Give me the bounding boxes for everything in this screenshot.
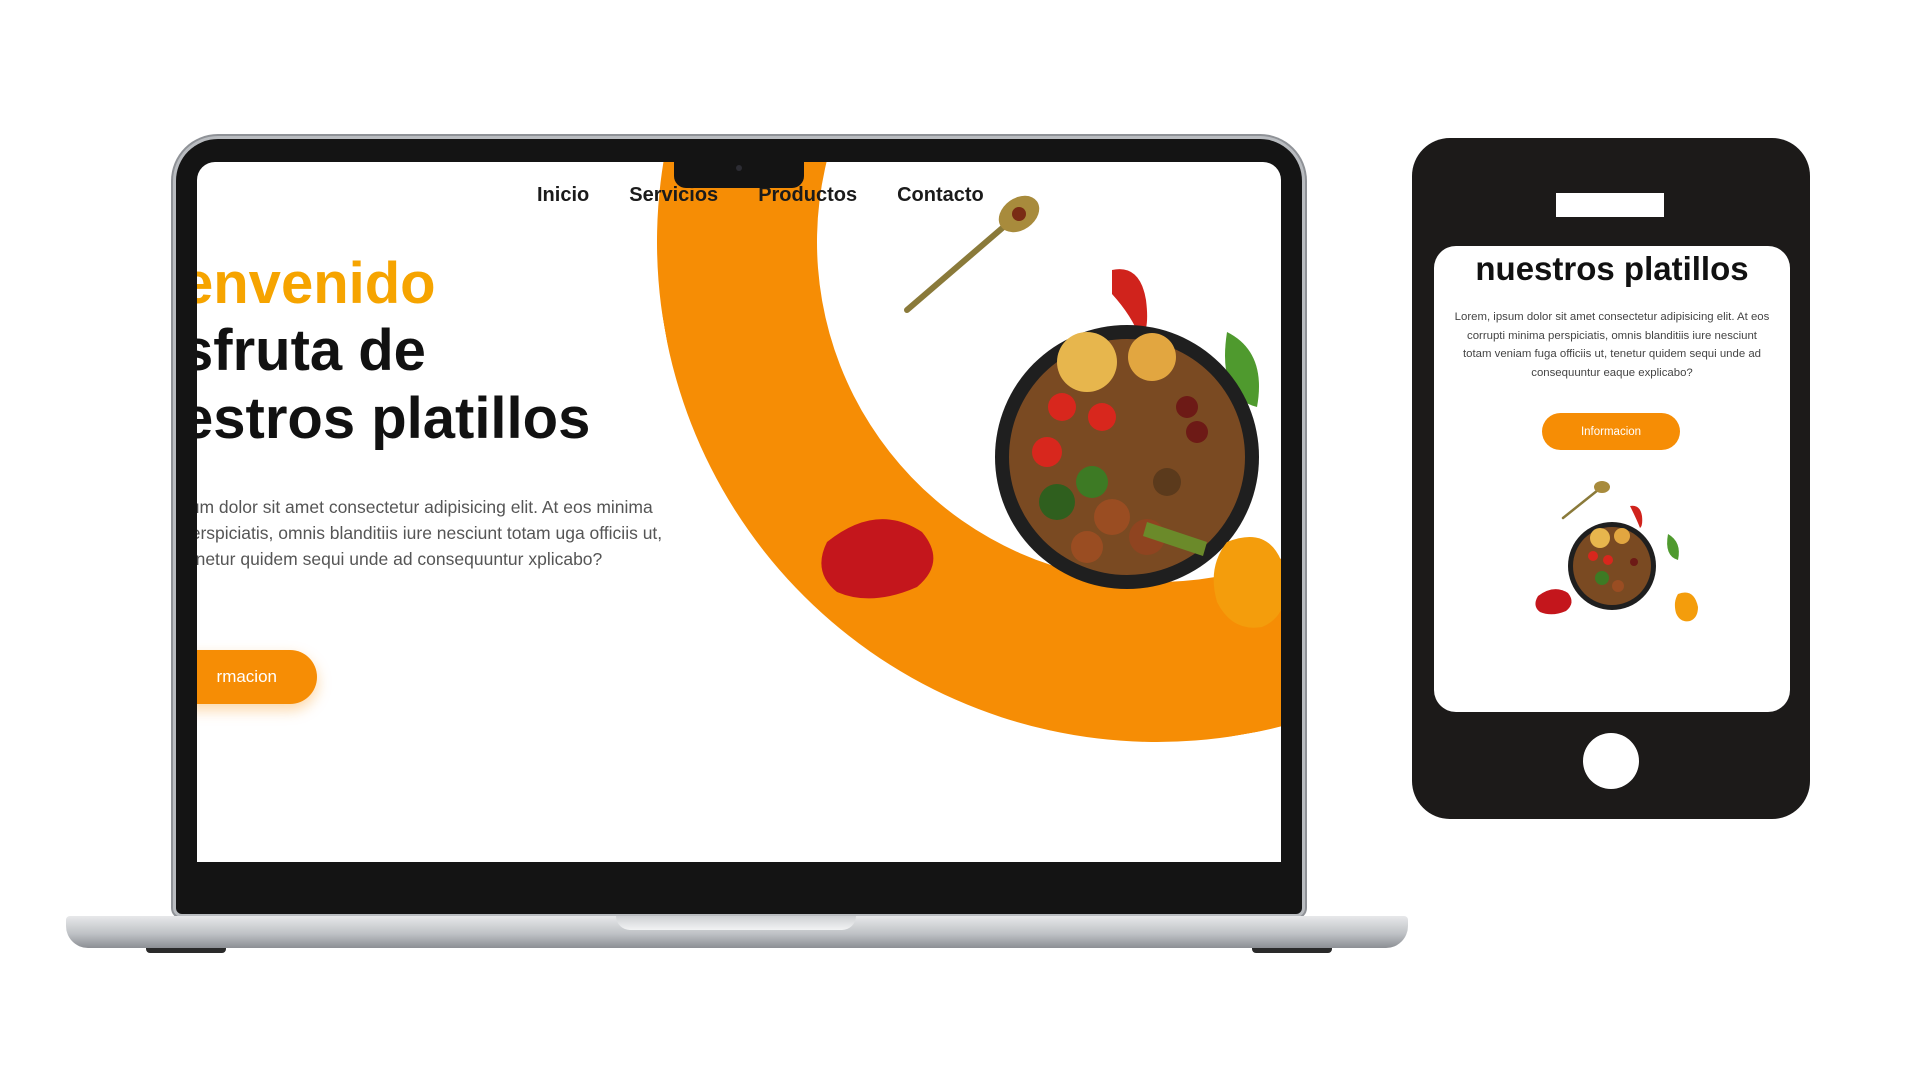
chili-pepper-icon (1630, 505, 1643, 528)
food-bowl-icon (1568, 522, 1656, 610)
food-bowl-icon (995, 325, 1259, 589)
orange-bell-pepper-icon (1674, 592, 1698, 622)
phone-speaker (1556, 193, 1664, 217)
hero-paragraph: sum dolor sit amet consectetur adipisici… (197, 497, 663, 569)
phone-website: nuestros platillos Lorem, ipsum dolor si… (1434, 246, 1790, 712)
hero-title-line-1: sfruta de (197, 318, 426, 383)
hero-title-line-2: estros platillos (197, 386, 591, 451)
spoon-icon (904, 195, 1040, 313)
informacion-button[interactable]: rmacion (197, 650, 317, 704)
laptop-foot-right (1252, 948, 1332, 953)
basil-leaf-icon (1667, 534, 1679, 560)
laptop-website: Inicio Servicios Productos Contacto enve… (197, 162, 1281, 862)
mobile-informacion-button[interactable]: Informacion (1542, 413, 1680, 450)
mobile-title: nuestros platillos (1475, 250, 1749, 287)
camera-icon (736, 165, 742, 171)
mobile-paragraph: Lorem, ipsum dolor sit amet consectetur … (1454, 311, 1770, 379)
hero-title: sfruta de estros platillos (197, 317, 590, 453)
mobile-food-illustration (1535, 481, 1698, 622)
red-bell-pepper-icon (1535, 589, 1572, 615)
hero-welcome: envenido (197, 251, 436, 316)
orange-bell-pepper-icon (1213, 537, 1281, 628)
food-illustration (821, 195, 1281, 628)
laptop-foot-left (146, 948, 226, 953)
home-button[interactable] (1583, 733, 1639, 789)
laptop-base-groove (616, 916, 856, 930)
nav-contacto[interactable]: Contacto (897, 184, 984, 207)
nav-inicio[interactable]: Inicio (537, 184, 589, 207)
red-bell-pepper-icon (821, 519, 934, 599)
spoon-icon (1561, 481, 1610, 520)
